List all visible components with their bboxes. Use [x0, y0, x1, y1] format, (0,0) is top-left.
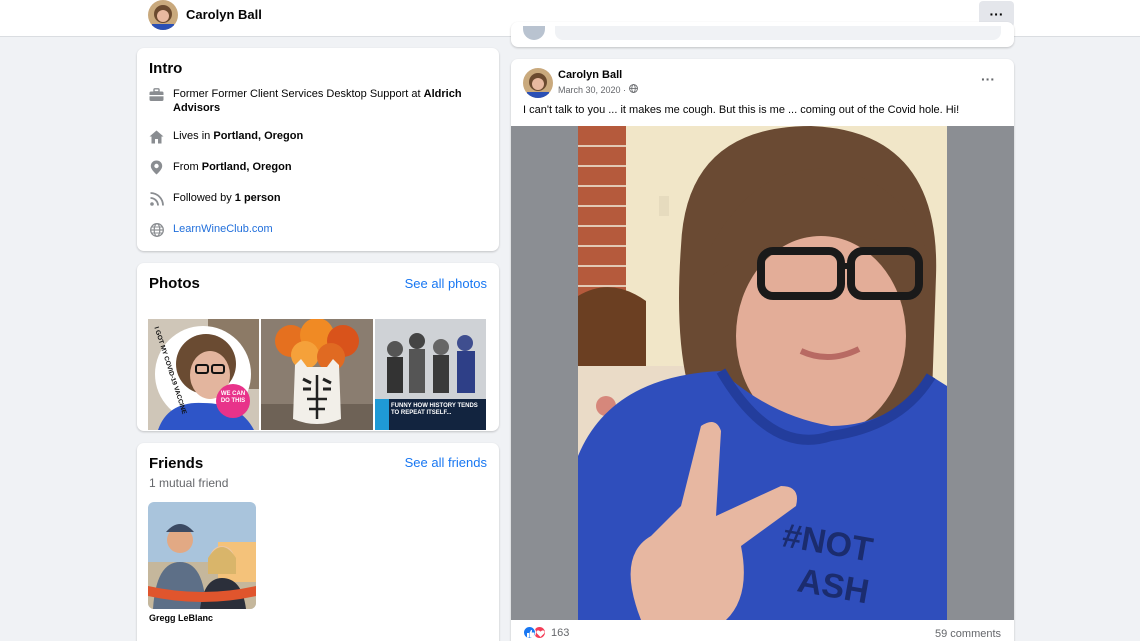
rss-icon — [149, 191, 164, 206]
intro-lives-prefix: Lives in — [173, 130, 211, 142]
intro-website-row: LearnWineClub.com — [149, 222, 479, 237]
photo-3-caption: FUNNY HOW HISTORY TENDS TO REPEAT ITSELF… — [391, 403, 478, 416]
reaction-count[interactable]: 163 — [551, 627, 569, 639]
intro-website-link[interactable]: LearnWineClub.com — [173, 222, 273, 236]
friend-name[interactable]: Gregg LeBlanc — [149, 613, 213, 623]
intro-lives-text: Lives in Portland, Oregon — [173, 129, 303, 143]
see-all-friends-link[interactable]: See all friends — [405, 455, 487, 470]
post-reactions[interactable]: 163 — [523, 626, 569, 639]
photo-thumbnail-2[interactable] — [261, 319, 373, 430]
mutual-friends-count: 1 mutual friend — [149, 476, 229, 490]
profile-avatar[interactable] — [148, 0, 178, 30]
see-all-photos-link[interactable]: See all photos — [405, 276, 487, 291]
intro-followed-prefix: Followed by — [173, 192, 232, 204]
intro-lives-place[interactable]: Portland, Oregon — [213, 130, 303, 142]
public-globe-icon — [629, 84, 638, 95]
friends-card: Friends See all friends 1 mutual friend … — [137, 443, 499, 641]
intro-followers-text: Followed by 1 person — [173, 191, 281, 205]
intro-work-row: Former Former Client Services Desktop Su… — [149, 87, 479, 115]
intro-title: Intro — [149, 60, 183, 77]
intro-from-prefix: From — [173, 161, 199, 173]
post-date-text[interactable]: March 30, 2020 · — [558, 85, 626, 95]
photo-thumbnail-3[interactable]: FUNNY HOW HISTORY TENDS TO REPEAT ITSELF… — [375, 319, 486, 430]
intro-lives-row: Lives in Portland, Oregon — [149, 129, 479, 144]
photos-title: Photos — [149, 275, 200, 292]
intro-work-prefix: Former Former Client Services Desktop Su… — [173, 88, 421, 100]
post-more-button[interactable]: ··· — [981, 71, 995, 87]
home-icon — [149, 129, 164, 144]
globe-icon — [149, 222, 164, 237]
intro-from-place[interactable]: Portland, Oregon — [202, 161, 292, 173]
profile-name[interactable]: Carolyn Ball — [186, 7, 262, 22]
composer-input-stub[interactable] — [555, 26, 1001, 40]
intro-followed-count[interactable]: 1 person — [235, 192, 281, 204]
like-reaction-icon — [523, 626, 536, 639]
intro-card: Intro Former Former Client Services Desk… — [137, 48, 499, 251]
location-pin-icon — [149, 160, 164, 175]
composer-avatar-stub — [523, 26, 545, 40]
post-timestamp[interactable]: March 30, 2020 · — [558, 84, 638, 95]
post-card: Carolyn Ball March 30, 2020 · ··· I can'… — [511, 59, 1014, 641]
intro-work-text: Former Former Client Services Desktop Su… — [173, 87, 479, 115]
composer-card-stub — [511, 22, 1014, 47]
photo-1-badge: WE CAN DO THIS — [220, 391, 246, 404]
friends-title: Friends — [149, 455, 204, 472]
intro-followers-row: Followed by 1 person — [149, 191, 479, 206]
post-author-name[interactable]: Carolyn Ball — [558, 69, 622, 81]
post-author-avatar[interactable] — [523, 68, 553, 98]
photo-thumbnail-1[interactable]: I GOT MY COVID-19 VACCINE WE CAN DO THIS — [148, 319, 259, 430]
post-photo[interactable]: #NOT ASH — [511, 126, 1014, 620]
friend-thumbnail[interactable] — [148, 502, 256, 609]
comments-count[interactable]: 59 comments — [935, 628, 1001, 640]
intro-from-row: From Portland, Oregon — [149, 160, 479, 175]
photos-card: Photos See all photos I GOT MY COVID-19 … — [137, 263, 499, 431]
briefcase-icon — [149, 87, 164, 102]
post-message: I can't talk to you ... it makes me coug… — [523, 104, 960, 116]
intro-from-text: From Portland, Oregon — [173, 160, 292, 174]
